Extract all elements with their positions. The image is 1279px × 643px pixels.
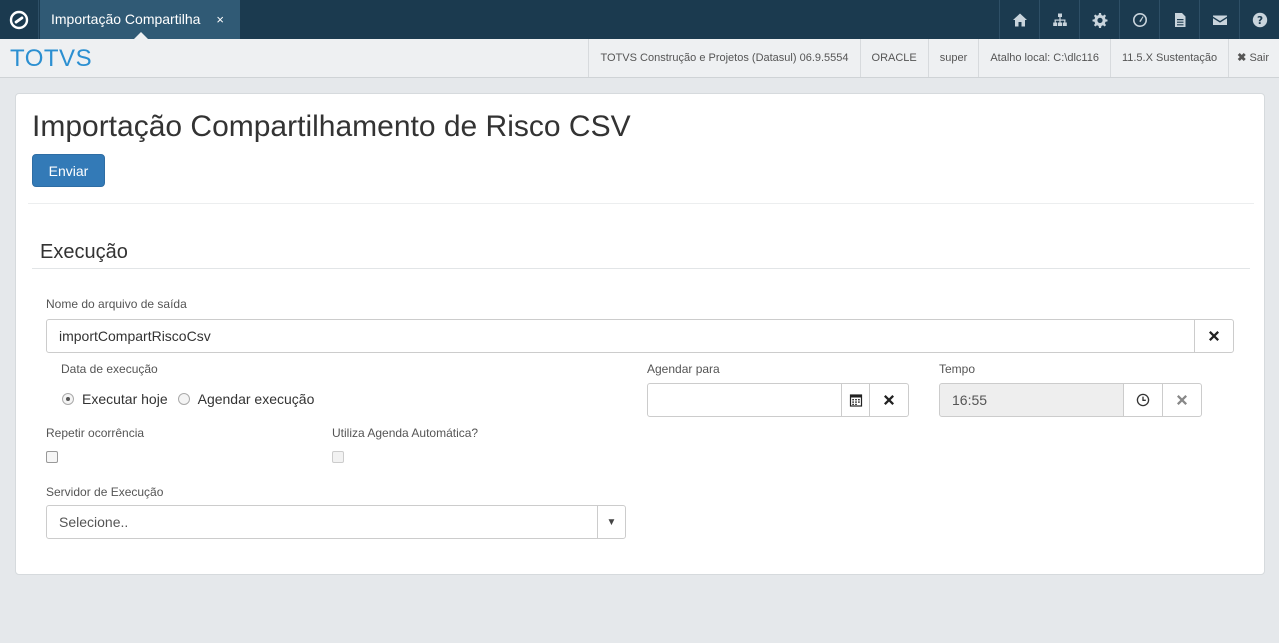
schedule-date-input[interactable] bbox=[647, 383, 842, 417]
help-icon[interactable]: ? bbox=[1239, 0, 1279, 39]
output-file-label: Nome do arquivo de saída bbox=[46, 297, 187, 311]
section-title-execucao: Execução bbox=[40, 241, 128, 263]
main-card: Importação Compartilhamento de Risco CSV… bbox=[15, 93, 1265, 575]
auto-schedule-checkbox[interactable] bbox=[332, 451, 344, 463]
home-icon[interactable] bbox=[999, 0, 1039, 39]
title-divider bbox=[28, 203, 1254, 204]
totvs-logo-icon[interactable] bbox=[0, 0, 39, 39]
send-button[interactable]: Enviar bbox=[32, 154, 105, 187]
tab-close-icon[interactable]: × bbox=[216, 0, 224, 39]
schedule-radio[interactable] bbox=[177, 393, 190, 405]
exit-button[interactable]: ✖ Sair bbox=[1228, 39, 1279, 77]
repeat-checkbox[interactable] bbox=[46, 451, 58, 463]
close-icon: ✖ bbox=[1237, 52, 1247, 64]
tab-importacao[interactable]: Importação Compartilhamento de Risco CSV… bbox=[40, 0, 240, 39]
run-today-label[interactable]: Executar hoje bbox=[82, 391, 168, 407]
session-info: TOTVS Construção e Projetos (Datasul) 06… bbox=[588, 39, 1279, 77]
shortcut-info: Atalho local: C:\dlc116 bbox=[978, 39, 1110, 77]
brand-logo: TOTVS bbox=[10, 45, 93, 72]
time-input[interactable] bbox=[939, 383, 1124, 417]
top-navigation-bar: Importação Compartilhamento de Risco CSV… bbox=[0, 0, 1279, 39]
time-picker-button[interactable] bbox=[1123, 383, 1163, 417]
svg-text:?: ? bbox=[1256, 15, 1262, 27]
mail-icon[interactable] bbox=[1199, 0, 1239, 39]
exit-label: Sair bbox=[1249, 52, 1269, 64]
chevron-down-icon[interactable]: ▼ bbox=[597, 506, 625, 538]
server-label: Servidor de Execução bbox=[46, 485, 164, 499]
gear-icon[interactable] bbox=[1079, 0, 1119, 39]
header-info-bar: TOTVS TOTVS Construção e Projetos (Datas… bbox=[0, 39, 1279, 78]
calendar-button[interactable] bbox=[841, 383, 870, 417]
sitemap-icon[interactable] bbox=[1039, 0, 1079, 39]
close-icon bbox=[884, 395, 894, 405]
product-info: TOTVS Construção e Projetos (Datasul) 06… bbox=[588, 39, 859, 77]
server-select[interactable]: Selecione.. ▼ bbox=[46, 505, 626, 539]
tab-label: Importação Compartilhamento de Risco CSV bbox=[51, 11, 201, 27]
output-file-input[interactable] bbox=[46, 319, 1195, 353]
top-icon-group: ? bbox=[999, 0, 1279, 39]
clear-time-button[interactable] bbox=[1162, 383, 1202, 417]
calendar-icon bbox=[849, 394, 862, 407]
tab-active-caret bbox=[134, 32, 148, 39]
auto-schedule-label: Utiliza Agenda Automática? bbox=[332, 426, 479, 440]
exec-date-label: Data de execução bbox=[61, 362, 158, 376]
clear-output-file-button[interactable] bbox=[1194, 319, 1234, 353]
logo-mark-icon bbox=[9, 10, 29, 29]
close-icon bbox=[1209, 331, 1219, 341]
clock-icon bbox=[1136, 393, 1150, 407]
server-select-value: Selecione.. bbox=[59, 514, 129, 530]
clear-schedule-date-button[interactable] bbox=[869, 383, 909, 417]
page-title: Importação Compartilhamento de Risco CSV bbox=[32, 110, 631, 143]
dashboard-icon[interactable] bbox=[1119, 0, 1159, 39]
repeat-label: Repetir ocorrência bbox=[46, 426, 145, 440]
close-icon bbox=[1177, 395, 1187, 405]
time-label: Tempo bbox=[939, 362, 976, 376]
exec-date-options: Executar hoje Agendar execução bbox=[62, 391, 324, 407]
schedule-for-label: Agendar para bbox=[647, 362, 720, 376]
database-info: ORACLE bbox=[859, 39, 928, 77]
schedule-label[interactable]: Agendar execução bbox=[198, 391, 315, 407]
document-icon[interactable] bbox=[1159, 0, 1199, 39]
version-info: 11.5.X Sustentação bbox=[1109, 39, 1228, 77]
run-today-radio[interactable] bbox=[62, 393, 74, 405]
section-divider bbox=[32, 268, 1250, 269]
user-info: super bbox=[927, 39, 979, 77]
